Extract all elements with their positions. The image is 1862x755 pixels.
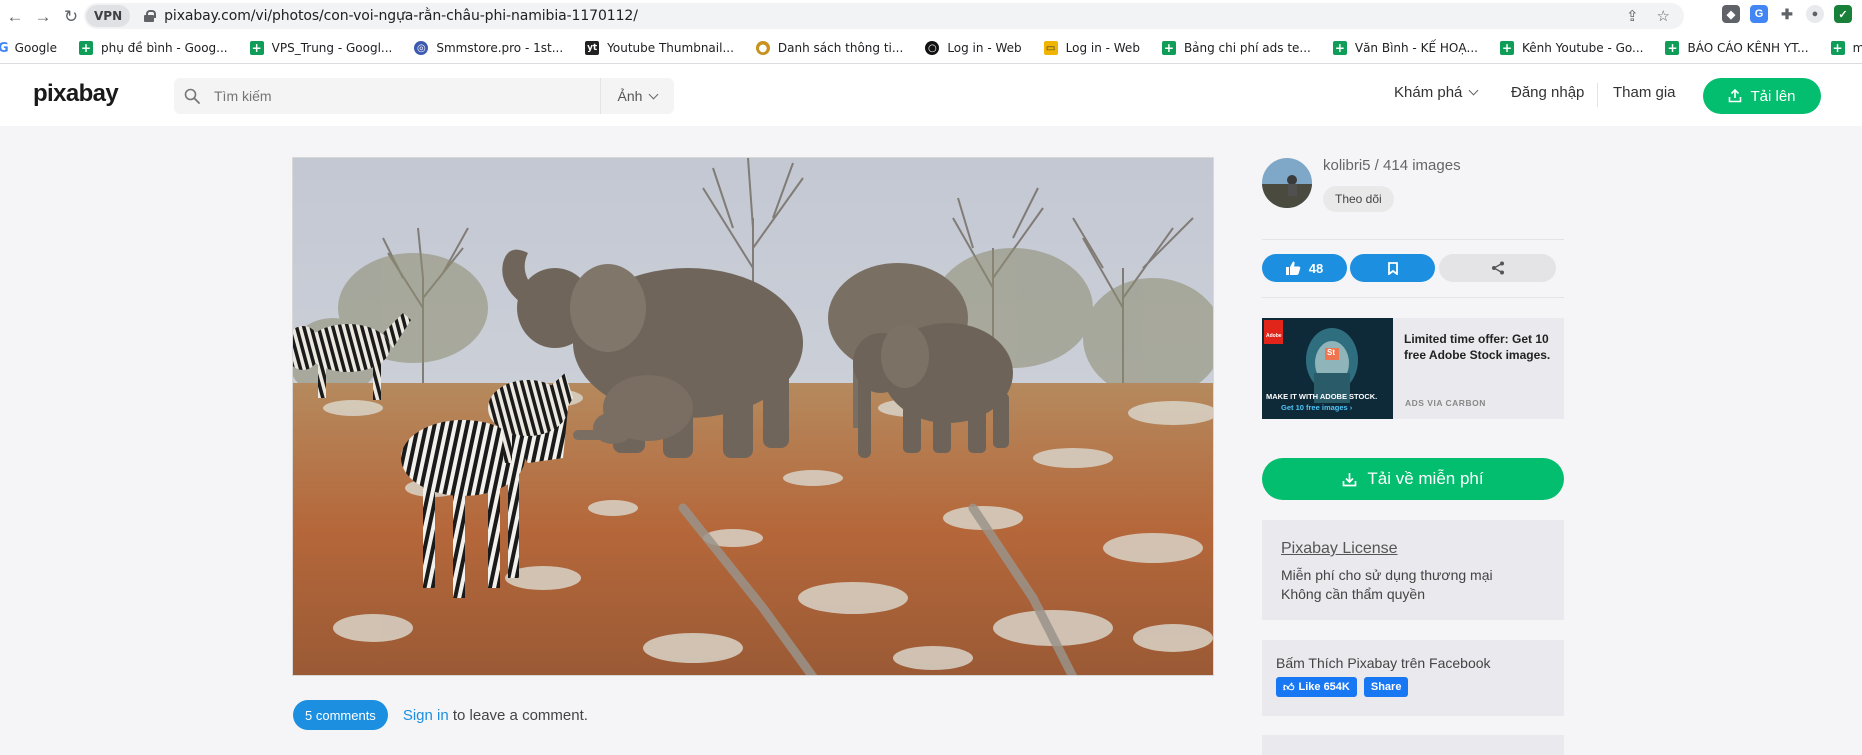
bookmark-item[interactable]: ▭ Log in - Web [1043, 41, 1140, 55]
divider [1262, 297, 1564, 298]
upload-icon [1729, 89, 1742, 103]
adobe-logo-text: Adobe [1266, 333, 1282, 339]
browser-toolbar: ← → ↻ VPN pixabay.com/vi/photos/con-voi-… [0, 0, 1862, 33]
media-type-select[interactable]: Ảnh [600, 78, 674, 114]
bookmark-item[interactable]: ● Danh sách thông ti... [755, 41, 903, 55]
bookmark-item[interactable]: ◎ Smmstore.pro - 1st... [414, 41, 563, 55]
google-icon: G [0, 41, 9, 56]
bookmark-item[interactable]: Bảng chi phí ads te... [1161, 41, 1311, 55]
header-divider [1597, 83, 1598, 107]
sheets-icon [1830, 41, 1845, 55]
free-download-button[interactable]: Tải về miễn phí [1262, 458, 1564, 500]
bookmark-item[interactable]: Kênh Youtube - Go... [1499, 41, 1643, 55]
globe-icon: ◎ [414, 41, 429, 55]
sheets-icon [1499, 41, 1514, 55]
bookmark-item[interactable]: ○ Log in - Web [925, 41, 1022, 55]
share-icon [1491, 261, 1504, 275]
bookmark-google[interactable]: G Google [0, 41, 57, 56]
puzzle-icon[interactable]: ✚ [1778, 5, 1796, 23]
explore-menu[interactable]: Khám phá [1394, 84, 1479, 101]
bookmark-item[interactable]: yt Youtube Thumbnail... [585, 41, 734, 55]
comment-signin-text: Sign in to leave a comment. [402, 706, 588, 724]
url-text[interactable]: pixabay.com/vi/photos/con-voi-ngựa-rằn-c… [164, 8, 638, 24]
ad-via-label[interactable]: ADS VIA CARBON [1405, 398, 1486, 408]
next-panel [1262, 735, 1564, 755]
share-button[interactable] [1439, 254, 1556, 282]
chevron-down-icon [1468, 85, 1479, 96]
license-no-attribution: Không cần thẩm quyền [1281, 586, 1425, 602]
sheets-icon [1332, 41, 1347, 55]
address-bar[interactable]: VPN pixabay.com/vi/photos/con-voi-ngựa-r… [84, 3, 1684, 29]
vpn-badge[interactable]: VPN [86, 5, 131, 27]
lock-icon[interactable] [144, 10, 157, 22]
profile-icon[interactable]: ● [1806, 5, 1824, 23]
st-badge: St [1327, 348, 1335, 357]
site-icon: ● [755, 41, 770, 55]
facebook-share-button[interactable]: Share [1363, 677, 1409, 697]
facebook-box: Bấm Thích Pixabay trên Facebook 👍︎ Like … [1262, 640, 1564, 716]
download-icon [1343, 472, 1357, 486]
bookmarks-bar: G Google phụ đề bình - Goog... VPS_Trung… [0, 33, 1862, 64]
avatar[interactable] [1262, 158, 1312, 208]
comments-count-button[interactable]: 5 comments [293, 700, 388, 730]
elephants-zebras-photo [293, 158, 1213, 675]
carbon-ad[interactable]: Adobe St MAKE IT WITH ADOBE STOCK. Get 1… [1262, 318, 1564, 419]
bookmark-button[interactable] [1350, 254, 1435, 282]
main-photo[interactable] [292, 157, 1214, 676]
extension-shield-icon[interactable]: ◆ [1722, 5, 1740, 23]
yt-logo-icon: yt [585, 41, 600, 55]
translate-icon[interactable]: G [1750, 5, 1768, 23]
follow-button[interactable]: Theo dõi [1323, 186, 1394, 212]
sheets-icon [249, 41, 264, 55]
author-name[interactable]: kolibri5 / 414 images [1323, 157, 1461, 174]
ad-image-caption: MAKE IT WITH ADOBE STOCK. [1266, 392, 1378, 401]
search-input[interactable] [214, 78, 554, 114]
card-icon: ▭ [1043, 41, 1058, 55]
star-bookmark-icon[interactable]: ☆ [1657, 7, 1670, 25]
site-header: pixabay Ảnh Khám phá Đăng nhập Tham gia … [0, 64, 1862, 126]
bookmark-item[interactable]: BÁO CÁO KÊNH YT... [1665, 41, 1809, 55]
sign-in-link[interactable]: Sign in [403, 707, 449, 724]
facebook-like-button[interactable]: 👍︎ Like 654K [1276, 677, 1357, 697]
record-icon: ○ [925, 41, 940, 55]
bookmark-icon [1387, 261, 1398, 275]
search-icon[interactable] [184, 88, 200, 104]
chevron-down-icon [649, 89, 659, 99]
thumbs-up-icon: 👍︎ [1283, 681, 1295, 694]
facebook-like-text: Bấm Thích Pixabay trên Facebook [1276, 655, 1491, 671]
sheets-icon [79, 41, 93, 55]
pixabay-logo[interactable]: pixabay [33, 80, 119, 108]
thumbs-up-icon [1285, 261, 1301, 275]
sheets-icon [1665, 41, 1680, 55]
bookmark-item[interactable]: VPS_Trung - Googl... [249, 41, 392, 55]
like-button[interactable]: 48 [1262, 254, 1347, 282]
share-page-icon[interactable]: ⇪ [1626, 7, 1639, 25]
divider [1262, 239, 1564, 240]
reload-icon[interactable]: ↻ [60, 6, 82, 28]
bookmark-item[interactable]: mở Remote - Goog... [1830, 41, 1862, 55]
login-link[interactable]: Đăng nhập [1511, 84, 1584, 101]
license-commercial-use: Miễn phí cho sử dụng thương mại [1281, 567, 1493, 583]
avatar-image [1262, 158, 1312, 208]
upload-button[interactable]: Tải lên [1703, 78, 1821, 114]
security-check-icon[interactable]: ✓ [1834, 5, 1852, 23]
ad-text[interactable]: Limited time offer: Get 10 free Adobe St… [1404, 331, 1554, 363]
license-link[interactable]: Pixabay License [1281, 540, 1545, 558]
ad-image[interactable]: Adobe St MAKE IT WITH ADOBE STOCK. Get 1… [1262, 318, 1393, 419]
back-arrow-icon[interactable]: ← [4, 6, 26, 28]
bookmark-item[interactable]: Văn Bình - KẾ HOẠ... [1332, 41, 1478, 55]
sheets-icon [1161, 41, 1176, 55]
license-box: Pixabay License Miễn phí cho sử dụng thư… [1262, 520, 1564, 620]
bookmark-item[interactable]: phụ đề bình - Goog... [79, 41, 228, 55]
join-link[interactable]: Tham gia [1613, 84, 1676, 101]
search-box: Ảnh [174, 78, 674, 114]
comments-row: 5 comments Sign in to leave a comment. [293, 700, 588, 730]
ad-image-link: Get 10 free images › [1281, 403, 1353, 412]
forward-arrow-icon[interactable]: → [32, 6, 54, 28]
